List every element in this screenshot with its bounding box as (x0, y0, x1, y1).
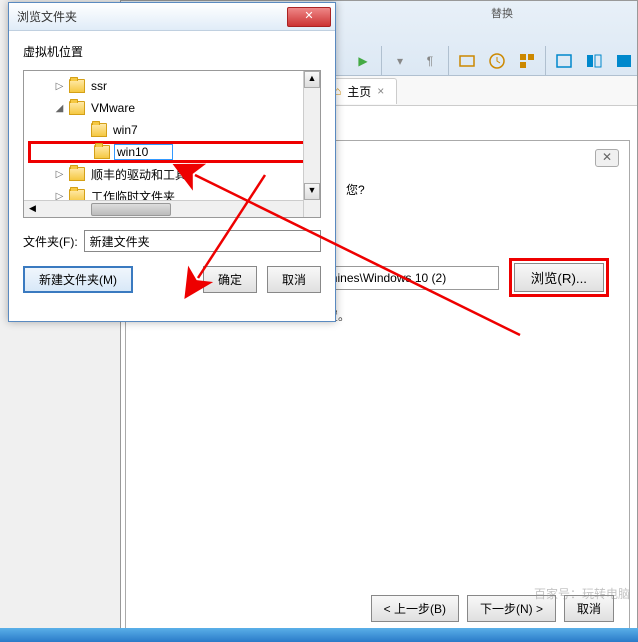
folder-tree[interactable]: ▷ ssr ◢ VMware win7 win10 (23, 70, 321, 218)
folder-icon (69, 79, 85, 93)
expander-icon[interactable]: ▷ (54, 169, 65, 180)
play-icon[interactable]: ▶ (351, 49, 375, 73)
scroll-down-icon[interactable]: ▼ (304, 183, 320, 200)
tab-close-icon[interactable]: × (377, 84, 384, 98)
horizontal-scrollbar[interactable]: ◀ (24, 200, 303, 217)
new-folder-button[interactable]: 新建文件夹(M) (23, 266, 133, 293)
tree-item-sf[interactable]: ▷ 顺丰的驱动和工具 (28, 163, 316, 185)
folder-icon (69, 167, 85, 181)
browse-folder-dialog: 浏览文件夹 ✕ 虚拟机位置 ▷ ssr ◢ VMware w (8, 2, 336, 322)
tree-label: win7 (111, 122, 140, 138)
expander-spacer (79, 147, 90, 158)
ok-button[interactable]: 确定 (203, 266, 257, 293)
tree-item-win10[interactable]: win10 (28, 141, 316, 163)
scroll-up-icon[interactable]: ▲ (304, 71, 320, 88)
folder-icon (69, 101, 85, 115)
dialog-titlebar: 浏览文件夹 ✕ (9, 3, 335, 31)
expander-icon[interactable]: ◢ (54, 103, 65, 114)
watermark: 百家号：玩转电脑 (534, 585, 630, 602)
tree-item-win7[interactable]: win7 (28, 119, 316, 141)
folder-name-input[interactable] (84, 230, 321, 252)
taskbar (0, 628, 638, 642)
cancel-button[interactable]: 取消 (267, 266, 321, 293)
tab-label: 主页 (347, 83, 371, 100)
tree-item-ssr[interactable]: ▷ ssr (28, 75, 316, 97)
manage-icon[interactable] (515, 49, 539, 73)
folder-icon (91, 123, 107, 137)
back-button[interactable]: < 上一步(B) (371, 595, 459, 622)
folder-icon (94, 145, 110, 159)
vm-location-label: 虚拟机位置 (23, 43, 321, 60)
dialog-title: 浏览文件夹 (17, 8, 77, 25)
dialog-close-button[interactable]: ✕ (287, 7, 331, 27)
clock-icon[interactable] (485, 49, 509, 73)
tree-label: 顺丰的驱动和工具 (89, 165, 189, 184)
fullscreen-icon[interactable] (612, 49, 636, 73)
view2-icon[interactable] (582, 49, 606, 73)
wizard-close-button[interactable]: ✕ (595, 149, 619, 167)
folder-field-label: 文件夹(F): (23, 233, 78, 250)
snapshot-icon[interactable] (455, 49, 479, 73)
tree-label-editing[interactable]: win10 (114, 144, 173, 160)
scroll-thumb[interactable] (91, 203, 171, 216)
tree-item-vmware[interactable]: ◢ VMware (28, 97, 316, 119)
format-icon[interactable]: ¶ (418, 49, 442, 73)
expander-icon[interactable]: ▷ (54, 81, 65, 92)
ribbon-replace-label: 替换 (491, 5, 513, 21)
tree-label: VMware (89, 100, 137, 116)
expander-spacer (76, 125, 87, 136)
view1-icon[interactable] (552, 49, 576, 73)
vertical-scrollbar[interactable]: ▲ ▼ (303, 71, 320, 217)
browse-highlight: 浏览(R)... (509, 258, 609, 297)
browse-button[interactable]: 浏览(R)... (514, 263, 604, 292)
dropdown-icon[interactable]: ▾ (388, 49, 412, 73)
tree-label: ssr (89, 78, 109, 94)
